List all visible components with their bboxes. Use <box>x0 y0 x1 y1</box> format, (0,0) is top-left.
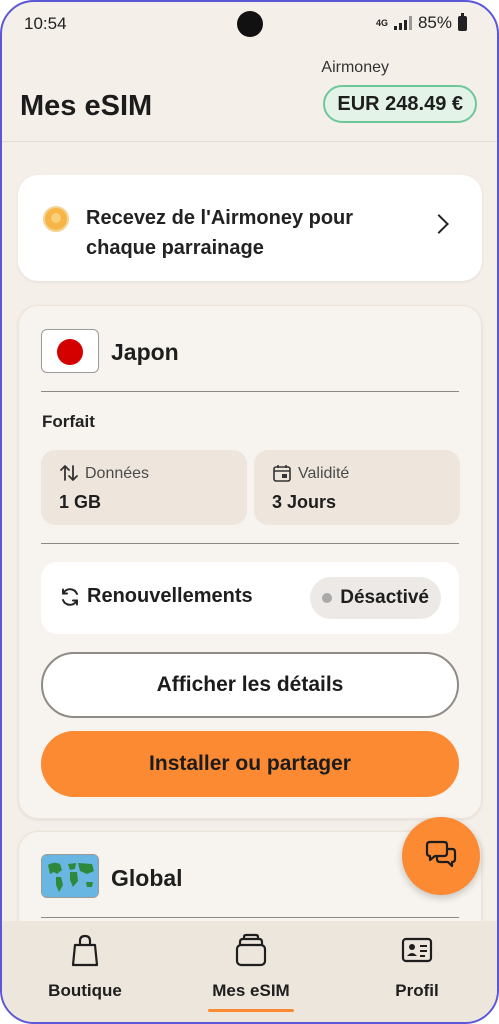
page-title: Mes eSIM <box>20 90 153 122</box>
calendar-icon <box>273 465 291 482</box>
nav-item-profil[interactable]: Profil <box>334 921 497 1022</box>
battery-icon <box>458 12 467 31</box>
refresh-icon <box>62 588 78 606</box>
sim-cards-icon <box>235 933 267 967</box>
battery-percent: 85% <box>417 13 452 32</box>
data-tile: Données 1 GB <box>41 450 247 525</box>
validity-tile: Validité 3 Jours <box>254 450 460 525</box>
front-camera <box>237 11 263 37</box>
renewal-status-badge[interactable]: Désactivé <box>310 577 441 619</box>
nav-label: Boutique <box>48 981 122 1000</box>
plan-label: Forfait <box>42 412 95 431</box>
network-type-label: 4G <box>375 18 388 28</box>
status-indicators: 4G 85% <box>375 12 467 33</box>
validity-value: 3 Jours <box>272 492 337 512</box>
esim-country-name: Global <box>111 865 183 891</box>
data-value: 1 GB <box>59 492 102 512</box>
divider <box>41 391 459 392</box>
divider <box>41 543 459 544</box>
status-time: 10:54 <box>24 14 67 33</box>
japan-flag-icon <box>41 329 99 373</box>
renewal-label: Renouvellements <box>87 585 253 607</box>
network-type-icon: 4G <box>375 18 388 28</box>
app-header: Mes eSIM Airmoney EUR 248.49 € <box>2 46 497 142</box>
nav-label: Profil <box>395 981 439 1000</box>
nav-item-boutique[interactable]: Boutique <box>2 921 168 1022</box>
world-map-icon <box>48 862 94 892</box>
coin-icon <box>43 206 69 232</box>
install-or-share-button[interactable]: Installer ou partager <box>41 731 459 797</box>
signal-icon <box>393 16 412 30</box>
divider <box>41 917 459 918</box>
esim-card-japon: Japon Forfait Données 1 GB Validité 3 Jo… <box>18 305 482 819</box>
support-chat-button[interactable] <box>402 817 480 895</box>
esim-country-name: Japon <box>111 339 179 365</box>
status-bar: 10:54 4G 85% <box>2 2 497 46</box>
nav-label: Mes eSIM <box>212 981 290 1000</box>
id-card-icon <box>401 937 433 963</box>
data-transfer-icon <box>60 465 78 481</box>
world-map-flag-icon <box>41 854 99 898</box>
chat-bubbles-icon <box>425 840 457 868</box>
phone-screen: 10:54 4G 85% Mes eSIM Airmoney EUR 248.4… <box>0 0 499 1024</box>
chevron-right-icon <box>429 214 449 234</box>
shopping-bag-icon <box>71 934 99 967</box>
airmoney-balance-badge[interactable]: EUR 248.49 € <box>323 85 477 123</box>
referral-promo-text: Recevez de l'Airmoney pour chaque parrai… <box>86 207 354 259</box>
wallet-label: Airmoney <box>321 59 389 76</box>
bottom-navigation: Boutique Mes eSIM Profil <box>2 921 497 1022</box>
show-details-button[interactable]: Afficher les détails <box>41 652 459 718</box>
validity-label: Validité <box>298 465 350 482</box>
data-label: Données <box>85 465 150 482</box>
referral-promo-card[interactable]: Recevez de l'Airmoney pour chaque parrai… <box>18 175 482 281</box>
renewal-row[interactable]: Renouvellements Désactivé <box>41 562 459 634</box>
nav-item-mes-esim[interactable]: Mes eSIM <box>168 921 334 1022</box>
active-tab-indicator <box>208 1009 294 1012</box>
